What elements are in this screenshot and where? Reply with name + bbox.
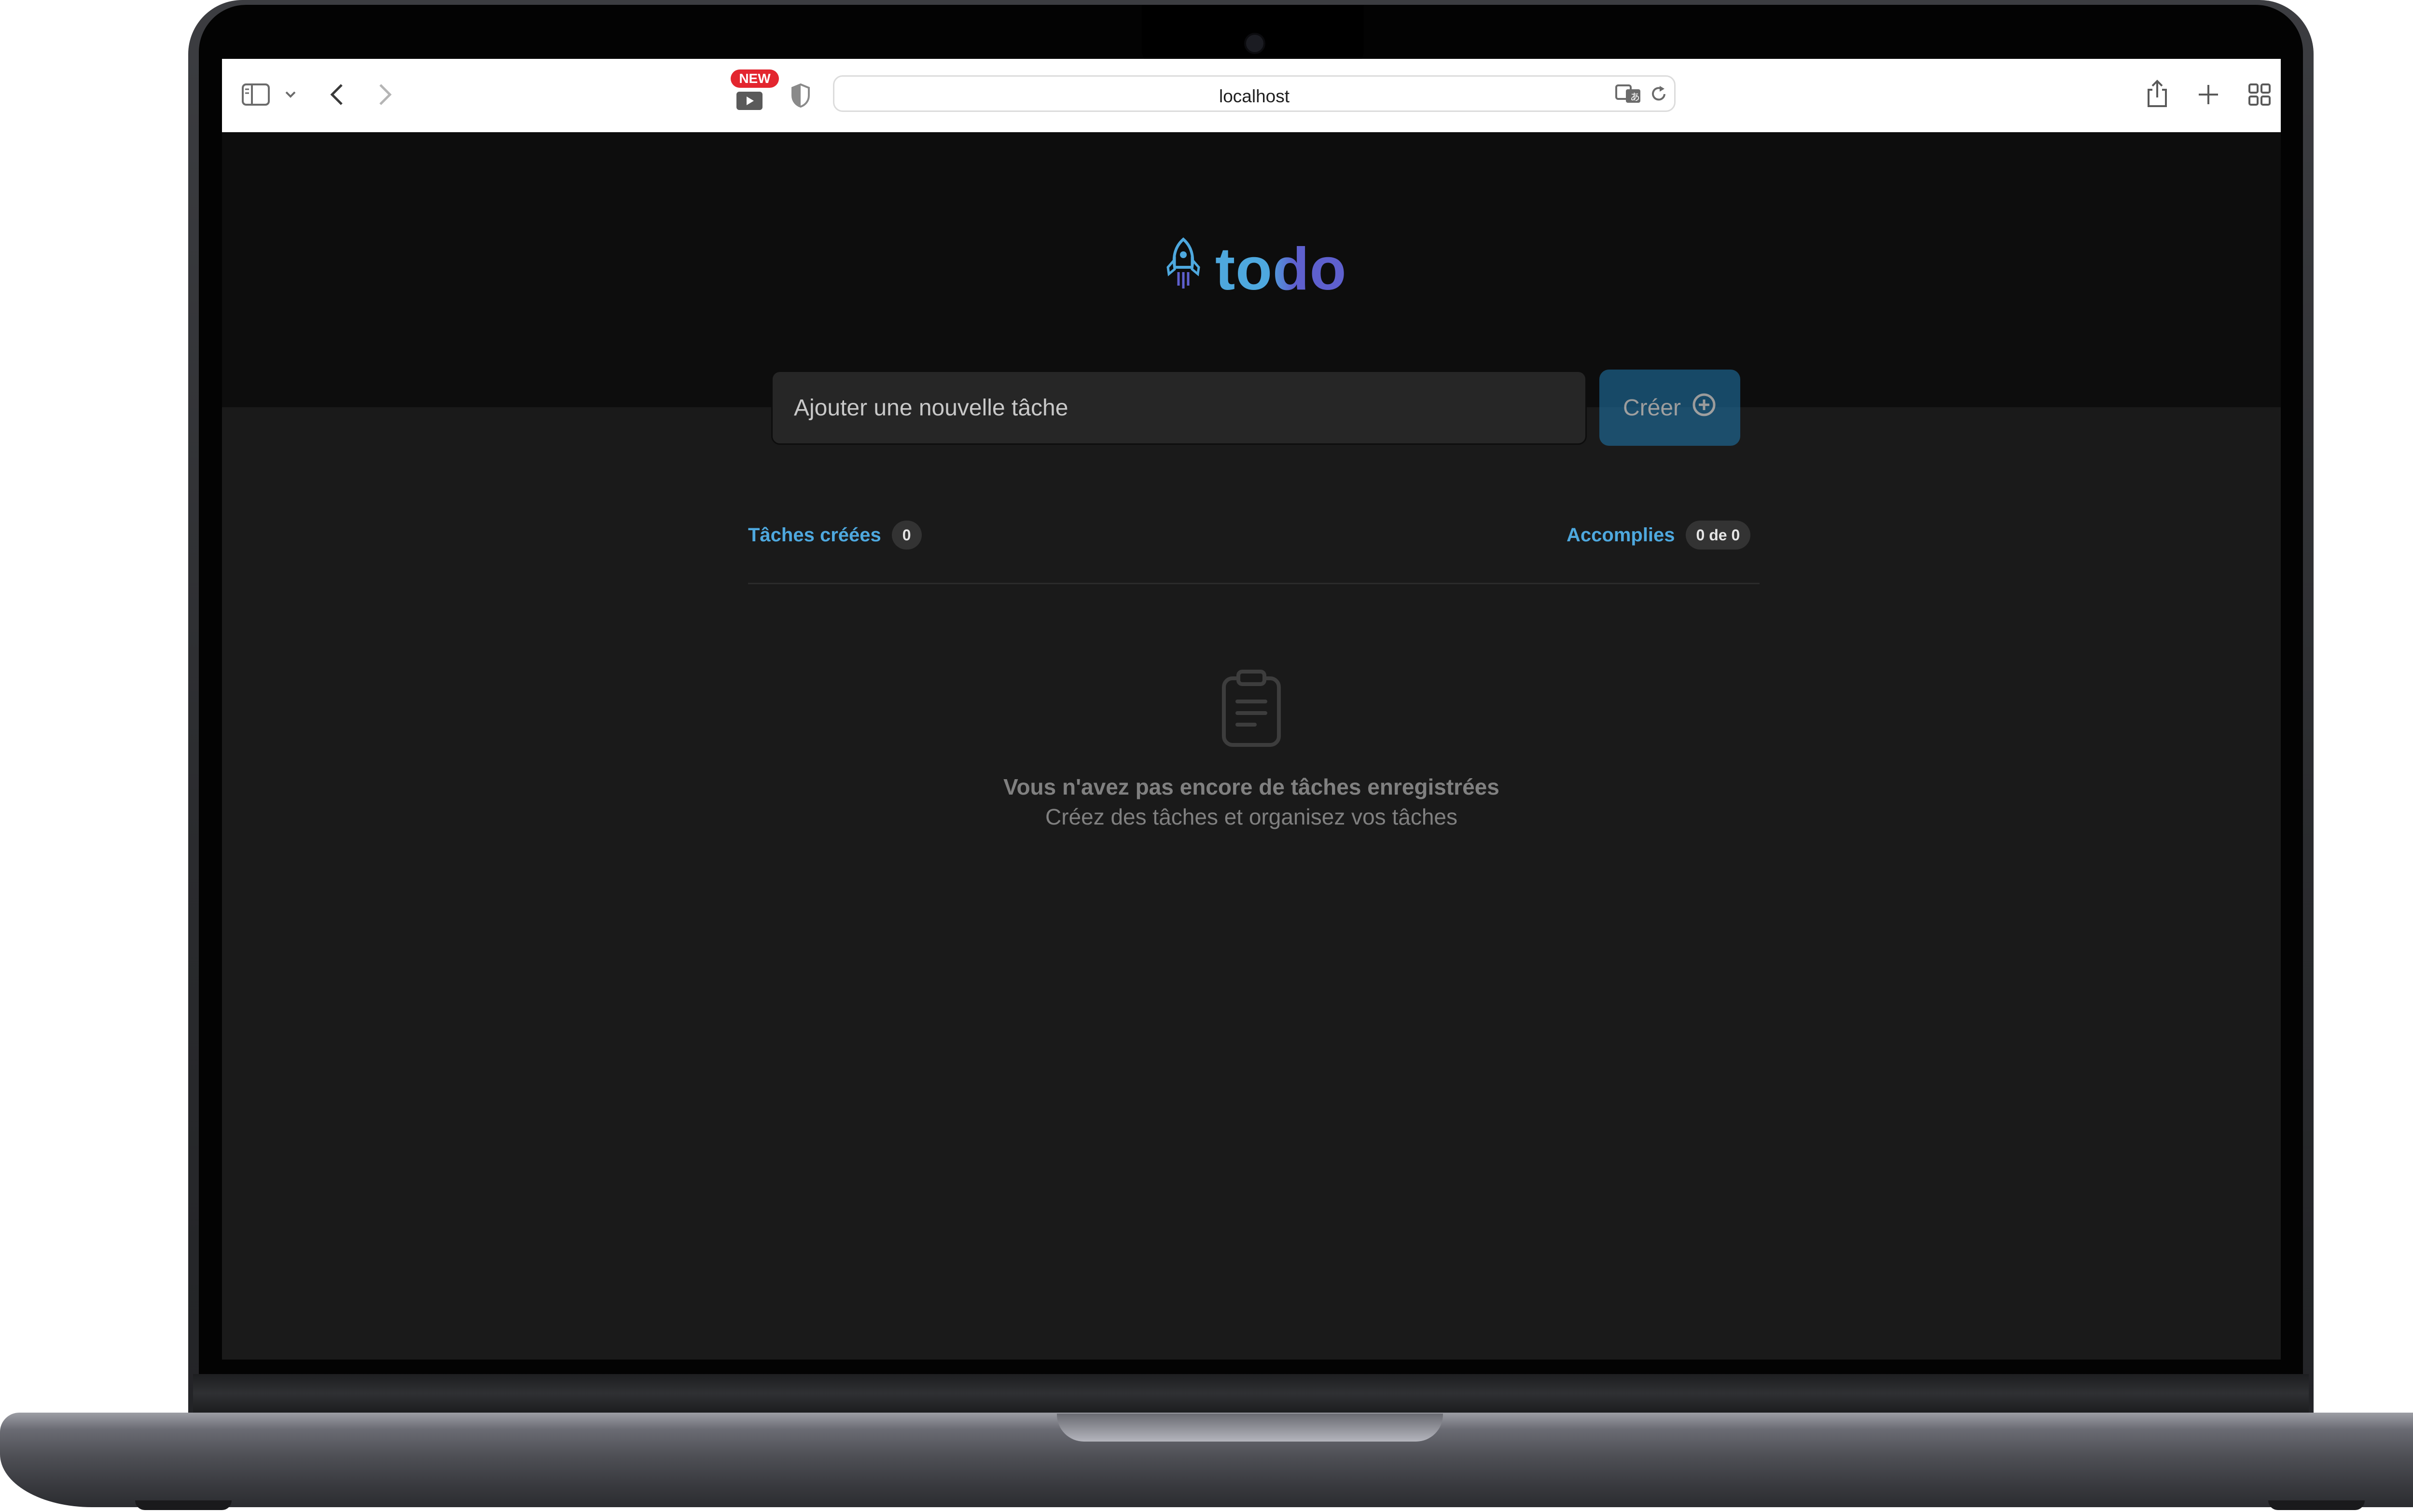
back-arrow-icon[interactable] xyxy=(329,83,345,106)
laptop-foot-left xyxy=(135,1500,232,1510)
svg-text:あ: あ xyxy=(1630,91,1640,103)
rocket-icon xyxy=(1164,237,1203,305)
screen: NEW localhost あ todo Ajouter une nouvell… xyxy=(222,59,2281,1360)
completed-tasks-counter: Accomplies 0 de 0 xyxy=(1567,518,1751,552)
create-button-label: Créer xyxy=(1623,395,1681,421)
reload-icon[interactable] xyxy=(1649,84,1668,104)
created-tasks-counter: Tâches créées 0 xyxy=(748,518,922,552)
browser-toolbar: NEW localhost あ xyxy=(222,59,2281,133)
new-badge: NEW xyxy=(731,69,779,88)
tab-overview-icon[interactable] xyxy=(2248,83,2271,106)
clipboard-icon xyxy=(1221,670,1282,750)
completed-tasks-count: 0 de 0 xyxy=(1685,521,1751,550)
plus-circle-icon xyxy=(1692,392,1717,423)
translate-icon[interactable]: あ xyxy=(1615,83,1642,105)
new-tab-plus-icon[interactable] xyxy=(2198,84,2219,105)
share-icon[interactable] xyxy=(2146,79,2169,108)
privacy-shield-icon[interactable] xyxy=(790,83,811,108)
empty-state-title: Vous n'avez pas encore de tâches enregis… xyxy=(1003,774,1499,799)
completed-tasks-label: Accomplies xyxy=(1567,524,1675,546)
created-tasks-count: 0 xyxy=(891,521,922,550)
url-text: localhost xyxy=(1219,86,1290,106)
new-task-input[interactable] xyxy=(771,371,1587,445)
empty-state-subtitle: Créez des tâches et organisez vos tâches xyxy=(1045,804,1457,829)
logo-text: todo xyxy=(1215,236,1347,302)
list-divider xyxy=(748,583,1760,584)
camera-icon xyxy=(1244,33,1265,54)
laptop-foot-right xyxy=(2268,1500,2365,1510)
chevron-down-icon[interactable] xyxy=(285,91,296,98)
extension-icon[interactable] xyxy=(735,85,764,112)
sidebar-toggle-icon[interactable] xyxy=(241,83,270,106)
address-bar[interactable]: localhost あ xyxy=(833,75,1676,112)
laptop-chin xyxy=(193,1374,2309,1413)
created-tasks-label: Tâches créées xyxy=(748,524,881,546)
create-task-button[interactable]: Créer xyxy=(1599,370,1740,446)
laptop-opening-groove xyxy=(1057,1414,1443,1442)
forward-arrow-icon[interactable] xyxy=(377,83,393,106)
